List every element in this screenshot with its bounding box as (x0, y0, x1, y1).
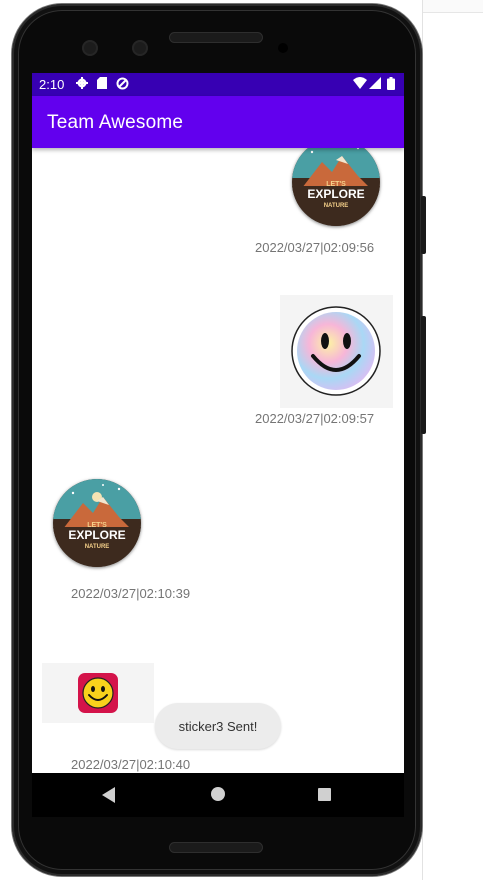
divider (422, 0, 423, 880)
sync-icon (116, 77, 129, 91)
power-button[interactable] (421, 196, 426, 254)
front-camera-icon (132, 40, 148, 56)
battery-icon (385, 77, 397, 91)
toast-message: sticker3 Sent! (155, 703, 281, 749)
app-title: Team Awesome (47, 112, 184, 133)
signal-icon (369, 77, 381, 91)
wifi-icon (353, 77, 367, 91)
front-camera-icon (82, 40, 98, 56)
message-timestamp: 2022/03/27|02:10:39 (71, 586, 191, 601)
browser-edge (422, 0, 483, 13)
status-time: 2:10 (39, 77, 65, 92)
proximity-sensor (278, 43, 288, 53)
home-icon[interactable] (211, 787, 225, 801)
badge-text-main: EXPLORE (307, 187, 364, 201)
badge-text-bottom: NATURE (324, 203, 349, 209)
bottom-speaker (169, 842, 263, 853)
red-square-smiley-icon[interactable] (78, 673, 118, 713)
status-bar: 2:10 (32, 73, 404, 96)
volume-button[interactable] (421, 316, 426, 434)
explore-nature-badge-icon[interactable]: LET'S EXPLORE NATURE (53, 479, 141, 567)
tie-dye-smiley-icon[interactable] (291, 306, 381, 396)
sd-card-icon (96, 77, 108, 91)
message-timestamp: 2022/03/27|02:09:57 (255, 411, 375, 426)
settings-gear-icon (76, 77, 88, 91)
message-timestamp: 2022/03/27|02:09:56 (255, 240, 375, 255)
recents-icon[interactable] (318, 788, 331, 801)
badge-text-main: EXPLORE (68, 528, 125, 542)
badge-text-bottom: NATURE (85, 544, 110, 550)
app-bar: Team Awesome (32, 96, 404, 148)
message-list[interactable]: LET'S EXPLORE NATURE 2022/03/27|02:09:56 (32, 148, 404, 773)
navigation-bar (32, 773, 404, 817)
back-icon[interactable] (102, 787, 115, 803)
earpiece-speaker (169, 32, 263, 43)
message-timestamp: 2022/03/27|02:10:40 (71, 757, 191, 772)
